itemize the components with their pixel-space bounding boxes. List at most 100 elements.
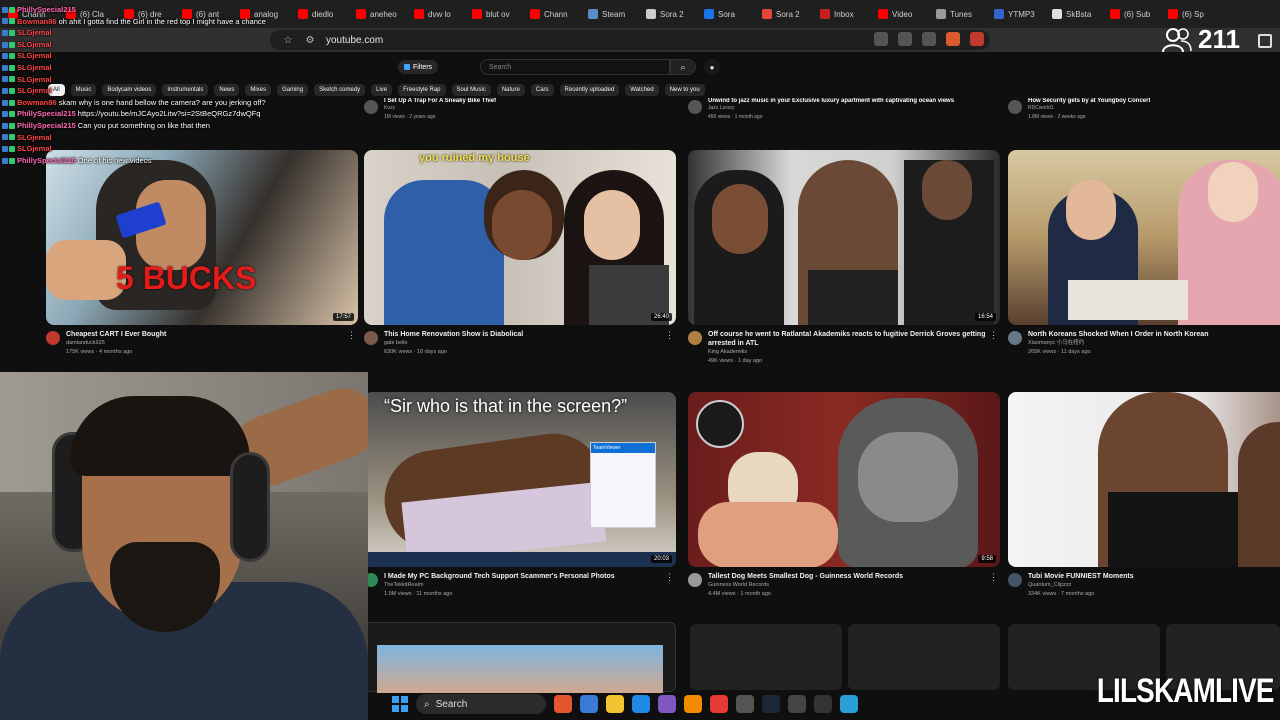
brave-shield-icon[interactable] (946, 32, 960, 46)
channel-name[interactable]: Xiaomanyc 小马在纽约 (1028, 339, 1280, 348)
taskbar-app-icon[interactable] (736, 695, 754, 713)
video-thumbnail[interactable]: TeamViewer “Sir who is that in the scree… (364, 392, 676, 567)
video-title[interactable]: Tubi Movie FUNNIEST Moments (1028, 572, 1280, 581)
video-card[interactable]: 5 BUCKS 17:57 Cheapest CART I Ever Bough… (46, 150, 358, 357)
browser-tab[interactable]: aneheo (352, 3, 408, 25)
channel-name[interactable]: damianduck925 (66, 339, 358, 348)
channel-avatar[interactable] (364, 100, 378, 114)
video-card[interactable]: 9:58 Tallest Dog Meets Smallest Dog - Gu… (688, 392, 1000, 599)
video-card[interactable]: TeamViewer “Sir who is that in the scree… (364, 392, 676, 599)
browser-tab[interactable]: Inbox (816, 3, 872, 25)
search-input[interactable]: Search (480, 59, 670, 75)
category-chip[interactable]: Freestyle Rap (398, 84, 446, 96)
category-chip[interactable]: Soul Music (451, 84, 491, 96)
channel-avatar[interactable] (46, 331, 60, 345)
taskbar-app-icon[interactable] (840, 695, 858, 713)
video-thumbnail[interactable]: 16:54 (688, 150, 1000, 325)
category-chip[interactable]: Nature (496, 84, 525, 96)
channel-name[interactable]: Guinness World Records (708, 581, 1000, 590)
channel-avatar[interactable] (688, 100, 702, 114)
video-title[interactable]: Cheapest CART I Ever Bought (66, 330, 358, 339)
taskbar-app-icon[interactable] (658, 695, 676, 713)
taskbar-app-icon[interactable] (710, 695, 728, 713)
taskbar-search[interactable]: ⌕ Search (416, 694, 546, 714)
cast-icon[interactable] (874, 32, 888, 46)
channel-avatar[interactable] (364, 331, 378, 345)
chat-username[interactable]: Bowman86 (17, 16, 57, 28)
browser-tab[interactable]: Steam (584, 3, 640, 25)
filters-button[interactable]: Filters (398, 60, 439, 74)
video-title[interactable]: I Set Up A Trap For A Sneaky Bike Thief (384, 98, 496, 104)
fullscreen-icon[interactable] (1258, 34, 1272, 48)
video-title[interactable]: This Home Renovation Show is Diabolical (384, 330, 676, 339)
browser-tab[interactable]: Sora 2 (758, 3, 814, 25)
chat-username[interactable]: SLGjemal (17, 132, 52, 144)
taskbar-app-icon[interactable] (632, 695, 650, 713)
chat-username[interactable]: SLGjemal (17, 27, 52, 39)
voice-search-button[interactable]: ● (704, 59, 720, 75)
category-chip[interactable]: Recently uploaded (559, 84, 620, 96)
zoom-icon[interactable] (898, 32, 912, 46)
channel-name[interactable]: Kozy (384, 104, 496, 113)
chat-username[interactable]: PhillySpecial215 (17, 120, 76, 132)
channel-name[interactable]: RDCworld1 (1028, 104, 1150, 113)
channel-name[interactable]: gabi belle (384, 339, 676, 348)
category-chip[interactable]: Watched (625, 84, 659, 96)
video-card[interactable]: Unwind to jazz music in your Exclusive l… (688, 98, 988, 140)
video-title[interactable]: Off course he went to Ratlanta! Akademik… (708, 330, 1000, 348)
brave-rewards-icon[interactable] (970, 32, 984, 46)
video-card[interactable]: 16:54 Off course he went to Ratlanta! Ak… (688, 150, 1000, 366)
browser-tab[interactable]: Video (874, 3, 930, 25)
chat-username[interactable]: PhillySpecial215 (17, 108, 76, 120)
chat-username[interactable]: SLGjemal (17, 50, 52, 62)
browser-tab[interactable]: (6) Sub (1106, 3, 1162, 25)
channel-avatar[interactable] (1008, 573, 1022, 587)
video-card[interactable]: Tubi Movie FUNNIEST Moments Quantum_Clip… (1008, 392, 1280, 599)
taskbar-app-icon[interactable] (684, 695, 702, 713)
search-button[interactable]: ⌕ (670, 59, 696, 75)
windows-start-icon[interactable] (392, 696, 408, 712)
category-chip[interactable]: New to you (664, 84, 705, 96)
video-thumbnail[interactable] (1008, 150, 1280, 325)
category-chip[interactable]: Cars (530, 84, 554, 96)
more-options-icon[interactable]: ⋮ (347, 330, 356, 341)
more-options-icon[interactable]: ⋮ (665, 330, 674, 341)
browser-tab[interactable]: YTMP3 (990, 3, 1046, 25)
video-card[interactable]: How Security gets by at Youngboy Concert… (1008, 98, 1280, 140)
channel-name[interactable]: King Akademiks (708, 348, 1000, 357)
channel-avatar[interactable] (1008, 100, 1022, 114)
browser-tab[interactable]: SkBsta (1048, 3, 1104, 25)
video-title[interactable]: Tallest Dog Meets Smallest Dog - Guinnes… (708, 572, 1000, 581)
channel-avatar[interactable] (688, 331, 702, 345)
browser-tab[interactable]: dvw lo (410, 3, 466, 25)
taskbar-app-icon[interactable] (606, 695, 624, 713)
taskbar-app-icon[interactable] (554, 695, 572, 713)
channel-name[interactable]: TheTekkitRealm (384, 581, 676, 590)
chat-username[interactable]: SLGjemal (17, 143, 52, 155)
video-thumbnail[interactable]: you ruined my house 26:40 (364, 150, 676, 325)
share-icon[interactable] (922, 32, 936, 46)
browser-tab[interactable]: Sora 2 (642, 3, 698, 25)
more-options-icon[interactable]: ⋮ (665, 572, 674, 583)
taskbar-app-icon[interactable] (788, 695, 806, 713)
channel-name[interactable]: Jazz Luxury (708, 104, 954, 113)
video-thumbnail[interactable]: 5 BUCKS 17:57 (46, 150, 358, 325)
channel-name[interactable]: Quantum_Clipzzz (1028, 581, 1280, 590)
chat-username[interactable]: SLGjemal (17, 85, 52, 97)
video-card[interactable]: I Set Up A Trap For A Sneaky Bike Thief K… (364, 98, 664, 140)
taskbar-app-icon[interactable] (814, 695, 832, 713)
channel-avatar[interactable] (1008, 331, 1022, 345)
chat-username[interactable]: PhillySpecial215 (17, 4, 76, 16)
more-options-icon[interactable]: ⋮ (989, 330, 998, 341)
chat-username[interactable]: SLGjemal (17, 74, 52, 86)
video-title[interactable]: I Made My PC Background Tech Support Sca… (384, 572, 676, 581)
video-title[interactable]: Unwind to jazz music in your Exclusive l… (708, 98, 954, 104)
taskbar-app-icon[interactable] (580, 695, 598, 713)
video-thumbnail[interactable]: 9:58 (688, 392, 1000, 567)
video-thumbnail[interactable] (1008, 392, 1280, 567)
browser-tab[interactable]: Sora (700, 3, 756, 25)
video-title[interactable]: North Koreans Shocked When I Order in No… (1028, 330, 1280, 339)
chat-username[interactable]: SLGjemal (17, 62, 52, 74)
more-options-icon[interactable]: ⋮ (989, 572, 998, 583)
channel-avatar[interactable] (688, 573, 702, 587)
